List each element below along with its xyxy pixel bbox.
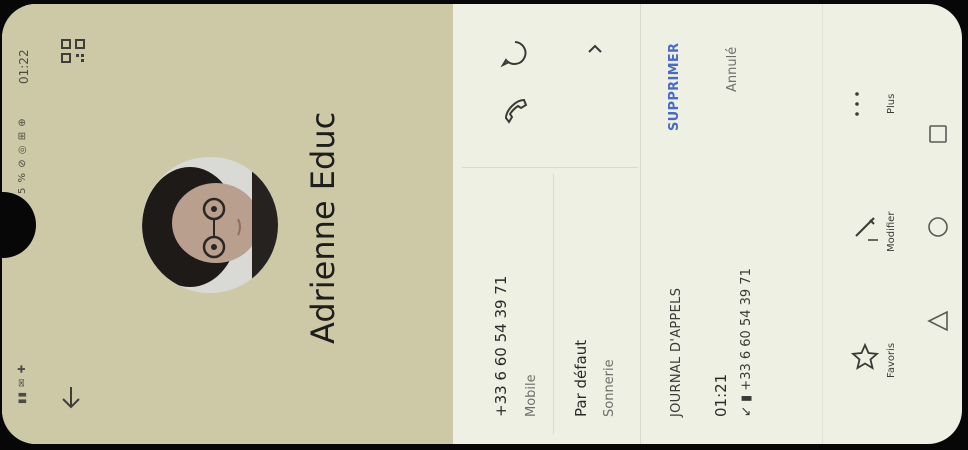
phone-number[interactable]: +33 6 60 54 39 71 (492, 276, 510, 417)
call-log-time: 01:21 (712, 373, 730, 417)
home-icon[interactable] (927, 216, 949, 238)
avatar-photo (142, 157, 278, 293)
divider (462, 167, 638, 168)
contact-name: Adrienne Educ (304, 111, 342, 344)
chevron-icon[interactable] (580, 34, 610, 64)
divider (553, 174, 554, 434)
star-icon[interactable] (850, 342, 880, 372)
system-nav-bar (914, 4, 962, 444)
phone-screen: 01:22 5 % ⊘ ◎ ⊞ ⊕ ▮▮ ✉ ✚ Adrienne Educ +… (2, 4, 962, 444)
divider (640, 4, 641, 444)
qr-code-icon[interactable] (60, 38, 86, 64)
pencil-icon[interactable] (850, 212, 880, 242)
status-icons: 5 % ⊘ ◎ ⊞ ⊕ (17, 117, 28, 194)
missed-call-icon: ↙ ▮ (739, 390, 754, 417)
arrow-down-icon[interactable] (58, 384, 84, 410)
delete-button[interactable]: SUPPRIMER (667, 43, 682, 131)
call-status: Annulé (725, 46, 740, 92)
status-time: 01:22 (17, 49, 31, 84)
edit-label: Modifier (886, 211, 897, 252)
contact-header: 01:22 5 % ⊘ ◎ ⊞ ⊕ ▮▮ ✉ ✚ Adrienne Educ (2, 4, 453, 444)
ringtone-label: Sonnerie (602, 359, 617, 417)
status-icon-group: ⊘ ◎ ⊞ ⊕ (17, 117, 28, 168)
more-dots-icon[interactable] (842, 89, 872, 119)
call-log-number: ↙ ▮ +33 6 60 54 39 71 (739, 268, 754, 417)
battery-level: 5 % (17, 171, 28, 194)
divider (822, 4, 823, 444)
ringtone-value[interactable]: Par défaut (572, 340, 590, 417)
call-log-number-text: +33 6 60 54 39 71 (739, 268, 754, 391)
phone-icon[interactable] (500, 96, 530, 126)
more-label: Plus (886, 93, 897, 114)
back-icon[interactable] (927, 310, 949, 332)
signal-icons: ▮▮ ✉ ✚ (17, 363, 28, 404)
avatar[interactable] (142, 157, 278, 293)
favorites-label: Favoris (886, 342, 897, 378)
recents-icon[interactable] (928, 124, 948, 144)
phone-type: Mobile (524, 374, 539, 417)
call-log-title: JOURNAL D'APPELS (669, 287, 684, 417)
message-icon[interactable] (500, 38, 530, 68)
